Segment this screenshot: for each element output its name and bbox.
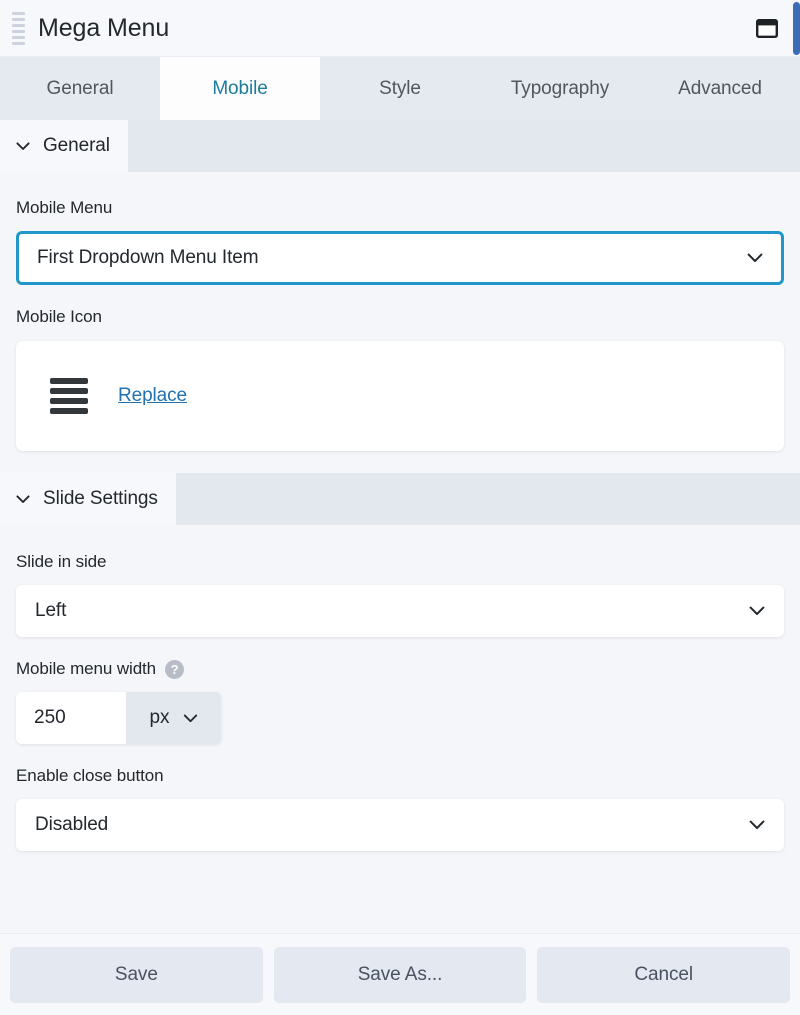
chevron-down-icon [749, 606, 765, 615]
tab-typography[interactable]: Typography [480, 57, 640, 120]
tab-style[interactable]: Style [320, 57, 480, 120]
enable-close-button-label: Enable close button [16, 766, 164, 785]
mobile-menu-width-control: px [16, 692, 221, 744]
accordion-slide-settings: Slide Settings [0, 473, 800, 525]
mobile-menu-width-unit-select[interactable]: px [126, 692, 221, 744]
replace-icon-link[interactable]: Replace [118, 385, 187, 407]
accordion-slide-settings-label: Slide Settings [43, 488, 158, 509]
panel-footer: Save Save As... Cancel [0, 933, 800, 1015]
chevron-down-icon [183, 714, 197, 722]
tab-mobile[interactable]: Mobile [160, 57, 320, 120]
field-slide-in-side: Slide in side Left [16, 552, 784, 637]
general-section-content: Mobile Menu First Dropdown Menu Item Mob… [0, 198, 800, 451]
accordion-general: General [0, 120, 800, 172]
header-scrollbar[interactable] [793, 2, 800, 55]
mobile-menu-label: Mobile Menu [16, 198, 113, 217]
enable-close-button-select[interactable]: Disabled [16, 799, 784, 851]
help-circle-icon[interactable]: ? [165, 659, 185, 679]
mobile-icon-label: Mobile Icon [16, 307, 102, 326]
accordion-general-filler [128, 120, 800, 172]
panel-header: Mega Menu [0, 0, 800, 57]
mobile-menu-width-text: Mobile menu width [16, 659, 157, 678]
drag-handle-icon[interactable] [12, 11, 26, 45]
unit-value: px [149, 707, 170, 728]
mobile-menu-value: First Dropdown Menu Item [37, 247, 259, 268]
settings-body: General Mobile Menu First Dropdown Menu … [0, 120, 800, 933]
field-mobile-menu: Mobile Menu First Dropdown Menu Item [16, 198, 784, 285]
tab-general[interactable]: General [0, 57, 160, 120]
chevron-down-icon [747, 253, 763, 262]
chevron-down-icon [749, 820, 765, 829]
enable-close-button-value: Disabled [35, 814, 109, 835]
cancel-button[interactable]: Cancel [537, 946, 791, 1003]
hamburger-menu-icon[interactable] [50, 378, 88, 414]
chevron-down-icon [16, 141, 30, 150]
chevron-down-icon [16, 494, 30, 503]
slide-in-side-value: Left [35, 600, 67, 621]
save-as-button[interactable]: Save As... [273, 946, 527, 1003]
field-mobile-menu-width: Mobile menu width ? px [16, 659, 784, 744]
accordion-slide-settings-toggle[interactable]: Slide Settings [0, 473, 176, 525]
slide-in-side-select[interactable]: Left [16, 585, 784, 637]
mobile-icon-card: Replace [16, 341, 784, 451]
accordion-general-toggle[interactable]: General [0, 120, 128, 172]
page-title: Mega Menu [38, 13, 170, 42]
slide-settings-content: Slide in side Left Mobile menu width ? 2… [0, 552, 800, 851]
accordion-slide-settings-filler [176, 473, 800, 525]
mobile-menu-width-input[interactable] [16, 692, 126, 744]
mega-menu-settings-panel: Mega Menu General Mobile Style Typograph… [0, 0, 800, 1015]
accordion-general-label: General [43, 135, 110, 156]
field-enable-close-button: Enable close button Disabled [16, 766, 784, 851]
mobile-menu-select[interactable]: First Dropdown Menu Item [16, 231, 784, 285]
save-button[interactable]: Save [10, 946, 263, 1003]
tab-advanced[interactable]: Advanced [640, 57, 800, 120]
browser-window-icon[interactable] [756, 18, 778, 38]
slide-in-side-label: Slide in side [16, 552, 107, 571]
tab-bar: General Mobile Style Typography Advanced [0, 57, 800, 120]
mobile-menu-width-label: Mobile menu width ? [16, 659, 784, 679]
field-mobile-icon: Mobile Icon Replace [16, 307, 784, 451]
